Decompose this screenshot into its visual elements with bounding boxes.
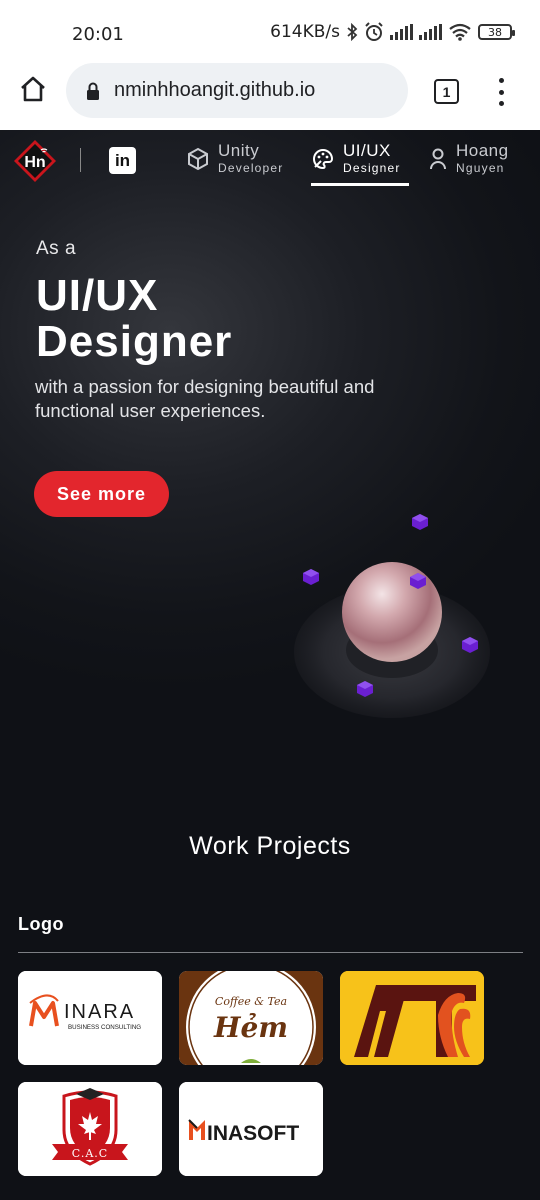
signal-icon-2 <box>419 24 442 40</box>
address-bar[interactable]: nminhhoangit.github.io <box>66 63 408 118</box>
url-text: nminhhoangit.github.io <box>114 79 316 101</box>
minara-wordmark: INARA <box>64 1001 135 1023</box>
tab-switcher-button[interactable]: 1 <box>434 79 459 104</box>
nav-divider <box>80 148 81 172</box>
page-content: Hn in Unity Developer UI/UX Designer Hoa… <box>0 130 540 1200</box>
nav-item-hoang-nguyen[interactable]: Hoang Nguyen <box>428 142 509 176</box>
category-title: Logo <box>18 914 64 934</box>
palette-icon <box>313 148 334 170</box>
lock-icon <box>87 82 99 100</box>
nav-item-unity-developer[interactable]: Unity Developer <box>186 142 284 176</box>
hero-title: UI/UX Designer <box>36 273 232 365</box>
orb <box>342 562 442 662</box>
bluetooth-icon <box>347 23 358 41</box>
hero-subtitle: with a passion for designing beautiful a… <box>35 376 375 421</box>
linkedin-icon[interactable]: in <box>109 147 136 174</box>
status-time: 20:01 <box>72 24 124 45</box>
more-menu-icon[interactable] <box>496 78 506 106</box>
category-divider <box>18 952 523 953</box>
hero-title-line2: Designer <box>36 317 233 366</box>
nav-active-underline <box>311 183 409 186</box>
minara-tagline: BUSINESS CONSULTING <box>68 1024 141 1031</box>
site-nav: Hn in Unity Developer UI/UX Designer Hoa… <box>0 130 540 190</box>
wifi-icon <box>449 23 471 41</box>
hero-kicker: As a <box>36 238 77 259</box>
browser-toolbar: nminhhoangit.github.io 1 <box>0 52 540 130</box>
nav-item-line1: Unity <box>218 141 260 160</box>
status-indicators: 614KB/s 38 <box>270 22 515 42</box>
hem-wordmark: Hẻm <box>213 1011 288 1044</box>
network-speed: 614KB/s <box>270 22 340 42</box>
person-icon <box>430 148 446 170</box>
minasoft-wordmark: INASOFT <box>207 1122 299 1145</box>
signal-icon <box>390 24 413 40</box>
logo-card-hem[interactable]: Coffee & Tea Hẻm <box>179 971 323 1065</box>
hem-tagline: Coffee & Tea <box>215 995 287 1008</box>
hero-title-line1: UI/UX <box>36 271 159 320</box>
site-logo[interactable]: Hn <box>12 138 58 184</box>
work-projects-title: Work Projects <box>189 832 351 860</box>
nav-item-line2: Developer <box>218 161 284 175</box>
nav-item-line2: Designer <box>343 161 401 175</box>
home-icon[interactable] <box>18 74 48 104</box>
cac-wordmark: C.A.C <box>72 1147 108 1160</box>
nav-item-line1: Hoang <box>456 141 509 160</box>
nav-item-line1: UI/UX <box>343 141 391 160</box>
alarm-icon <box>365 22 383 41</box>
nav-item-uiux-designer[interactable]: UI/UX Designer <box>311 142 401 176</box>
hero-orb-illustration <box>294 514 490 718</box>
logo-card-at[interactable] <box>340 971 484 1065</box>
logo-card-minasoft[interactable]: INASOFT <box>179 1082 323 1176</box>
unity-icon <box>188 147 208 171</box>
see-more-button[interactable]: See more <box>34 471 169 517</box>
logo-card-cac[interactable]: C.A.C <box>18 1082 162 1176</box>
logo-text: Hn <box>24 154 45 171</box>
battery-icon: 38 <box>478 24 515 40</box>
logo-card-minara[interactable]: INARA BUSINESS CONSULTING <box>18 971 162 1065</box>
nav-item-line2: Nguyen <box>456 161 505 175</box>
